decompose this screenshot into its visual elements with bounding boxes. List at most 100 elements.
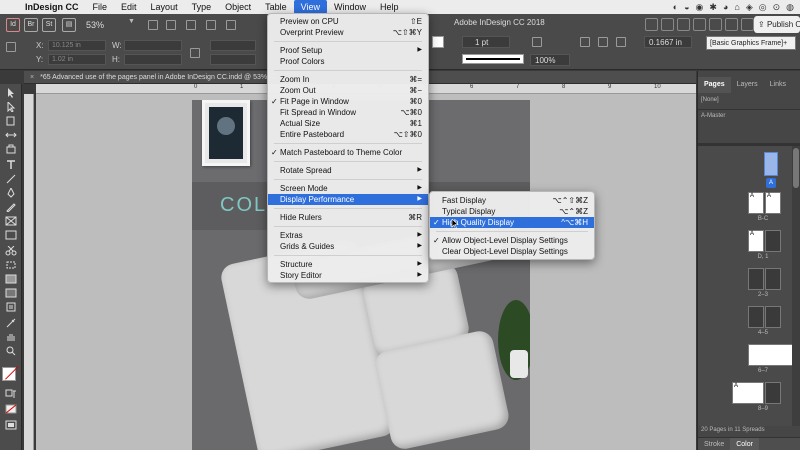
page-thumbnail[interactable] xyxy=(765,268,781,290)
status-icon[interactable]: ◐ xyxy=(673,2,678,12)
page-thumbnail[interactable] xyxy=(765,382,781,404)
menu-item-preview-on-cpu[interactable]: Preview on CPU ⇧E xyxy=(268,16,428,27)
menu-item-entire-pasteboard[interactable]: Entire Pasteboard ⌥⇧⌘0 xyxy=(268,129,428,140)
free-transform-tool-icon[interactable] xyxy=(5,260,17,270)
status-icon[interactable]: ◈ xyxy=(746,2,753,13)
tab-color[interactable]: Color xyxy=(730,438,759,450)
menu-item-rotate-spread[interactable]: Rotate Spread ▶ xyxy=(268,165,428,176)
scissors-tool-icon[interactable] xyxy=(5,246,17,256)
pencil-tool-icon[interactable] xyxy=(5,202,17,212)
publish-online-button[interactable]: ⇪ Publish O xyxy=(754,16,800,33)
menu-item-display-performance[interactable]: Display Performance ▶ xyxy=(268,194,428,205)
menu-item-clear-object-level[interactable]: Clear Object-Level Display Settings xyxy=(430,246,594,257)
zoom-dropdown-icon[interactable]: ▼ xyxy=(128,18,135,25)
gradient-feather-tool-icon[interactable] xyxy=(5,288,17,298)
menu-edit[interactable]: Edit xyxy=(114,0,144,14)
align-icon[interactable] xyxy=(206,20,216,30)
page-thumbnail[interactable]: A xyxy=(748,230,764,252)
fx-icon[interactable] xyxy=(532,37,542,47)
window-button[interactable] xyxy=(645,18,658,31)
status-icon[interactable]: ◎ xyxy=(759,2,767,13)
tab-layers[interactable]: Layers xyxy=(731,77,764,93)
pages-scrollbar[interactable] xyxy=(792,146,800,426)
rectangle-frame-tool-icon[interactable] xyxy=(5,216,17,226)
zoom-tool-icon[interactable] xyxy=(5,346,17,356)
pages-area[interactable]: A A A B-C A D, 1 2–3 4–5 6–7 A 8–9 xyxy=(698,146,800,426)
gradient-tool-icon[interactable] xyxy=(5,274,17,284)
line-tool-icon[interactable] xyxy=(5,174,17,184)
w-field[interactable] xyxy=(124,40,182,51)
stroke-type-field[interactable] xyxy=(462,54,524,64)
menu-table[interactable]: Table xyxy=(258,0,294,14)
window-button[interactable] xyxy=(677,18,690,31)
menu-item-proof-colors[interactable]: Proof Colors xyxy=(268,56,428,67)
constrain-link-icon[interactable] xyxy=(190,48,200,58)
menu-item-overprint-preview[interactable]: Overprint Preview ⌥⇧⌘Y xyxy=(268,27,428,38)
scrollbar-thumb[interactable] xyxy=(793,148,799,188)
reference-point-icon[interactable] xyxy=(6,42,16,52)
menu-file[interactable]: File xyxy=(86,0,115,14)
menu-item-fast-display[interactable]: Fast Display ⌥⌃⇧⌘Z xyxy=(430,195,594,206)
content-collector-icon[interactable] xyxy=(5,144,17,154)
screen-mode-icon[interactable] xyxy=(166,20,176,30)
screen-mode-icon[interactable] xyxy=(5,420,17,430)
bridge-icon[interactable]: Br xyxy=(24,18,38,32)
text-wrap-icon[interactable] xyxy=(616,37,626,47)
menu-object[interactable]: Object xyxy=(218,0,258,14)
x-field[interactable]: 10.125 in xyxy=(48,40,106,51)
menu-window[interactable]: Window xyxy=(327,0,373,14)
stock-icon[interactable]: St xyxy=(42,18,56,32)
menu-item-proof-setup[interactable]: Proof Setup ▶ xyxy=(268,45,428,56)
status-icon[interactable]: ⊙ xyxy=(773,2,781,13)
note-tool-icon[interactable] xyxy=(5,302,17,312)
menu-app-name[interactable]: InDesign CC xyxy=(18,0,86,14)
window-button[interactable] xyxy=(709,18,722,31)
selection-tool-icon[interactable] xyxy=(5,88,17,98)
menu-item-hide-rulers[interactable]: Hide Rulers ⌘R xyxy=(268,212,428,223)
type-tool-icon[interactable] xyxy=(5,160,17,170)
menu-item-actual-size[interactable]: Actual Size ⌘1 xyxy=(268,118,428,129)
menu-item-zoom-in[interactable]: Zoom In ⌘= xyxy=(268,74,428,85)
opacity-field[interactable]: 100% xyxy=(530,54,570,66)
page-thumbnail[interactable]: A xyxy=(732,382,764,404)
menu-view[interactable]: View xyxy=(293,0,327,14)
page-thumbnail[interactable]: A xyxy=(765,192,781,214)
scale-y-field[interactable] xyxy=(210,54,256,65)
formatting-container-icon[interactable] xyxy=(5,389,17,399)
status-icon[interactable]: ◒ xyxy=(684,2,689,12)
a-master[interactable]: A-Master xyxy=(701,113,725,119)
close-icon[interactable]: × xyxy=(30,74,34,81)
menu-type[interactable]: Type xyxy=(185,0,219,14)
menu-item-match-pasteboard[interactable]: ✓ Match Pasteboard to Theme Color xyxy=(268,147,428,158)
tab-stroke[interactable]: Stroke xyxy=(698,438,730,450)
menu-item-extras[interactable]: Extras ▶ xyxy=(268,230,428,241)
status-icon[interactable]: ⌂ xyxy=(734,2,739,12)
page-thumbnail[interactable] xyxy=(765,230,781,252)
status-icon[interactable]: ◍ xyxy=(786,2,794,13)
hand-tool-icon[interactable] xyxy=(5,332,17,342)
menu-item-zoom-out[interactable]: Zoom Out ⌘− xyxy=(268,85,428,96)
eyedropper-tool-icon[interactable] xyxy=(5,318,17,328)
text-wrap-icon[interactable] xyxy=(598,37,608,47)
menu-item-story-editor[interactable]: Story Editor ▶ xyxy=(268,270,428,281)
fill-stroke-swatch[interactable] xyxy=(2,367,16,381)
page-thumbnail[interactable] xyxy=(748,268,764,290)
stroke-swatch[interactable] xyxy=(432,36,444,48)
page-tool-icon[interactable] xyxy=(5,116,17,126)
menu-item-grids-guides[interactable]: Grids & Guides ▶ xyxy=(268,241,428,252)
object-style-field[interactable]: [Basic Graphics Frame]+ xyxy=(706,36,796,50)
menu-item-fit-page-in-window[interactable]: ✓ Fit Page in Window ⌘0 xyxy=(268,96,428,107)
framed-photo[interactable] xyxy=(202,100,250,166)
menu-layout[interactable]: Layout xyxy=(144,0,185,14)
page-thumbnail[interactable] xyxy=(764,152,778,176)
tab-pages[interactable]: Pages xyxy=(698,77,731,93)
pen-tool-icon[interactable] xyxy=(5,188,17,198)
page-thumbnail[interactable] xyxy=(748,344,796,366)
menu-item-fit-spread-in-window[interactable]: Fit Spread in Window ⌥⌘0 xyxy=(268,107,428,118)
stroke-weight-field[interactable]: 1 pt xyxy=(462,36,510,48)
window-button[interactable] xyxy=(693,18,706,31)
window-button[interactable] xyxy=(741,18,754,31)
rectangle-tool-icon[interactable] xyxy=(5,230,17,240)
window-button[interactable] xyxy=(725,18,738,31)
zoom-field[interactable]: 53% xyxy=(86,18,130,32)
